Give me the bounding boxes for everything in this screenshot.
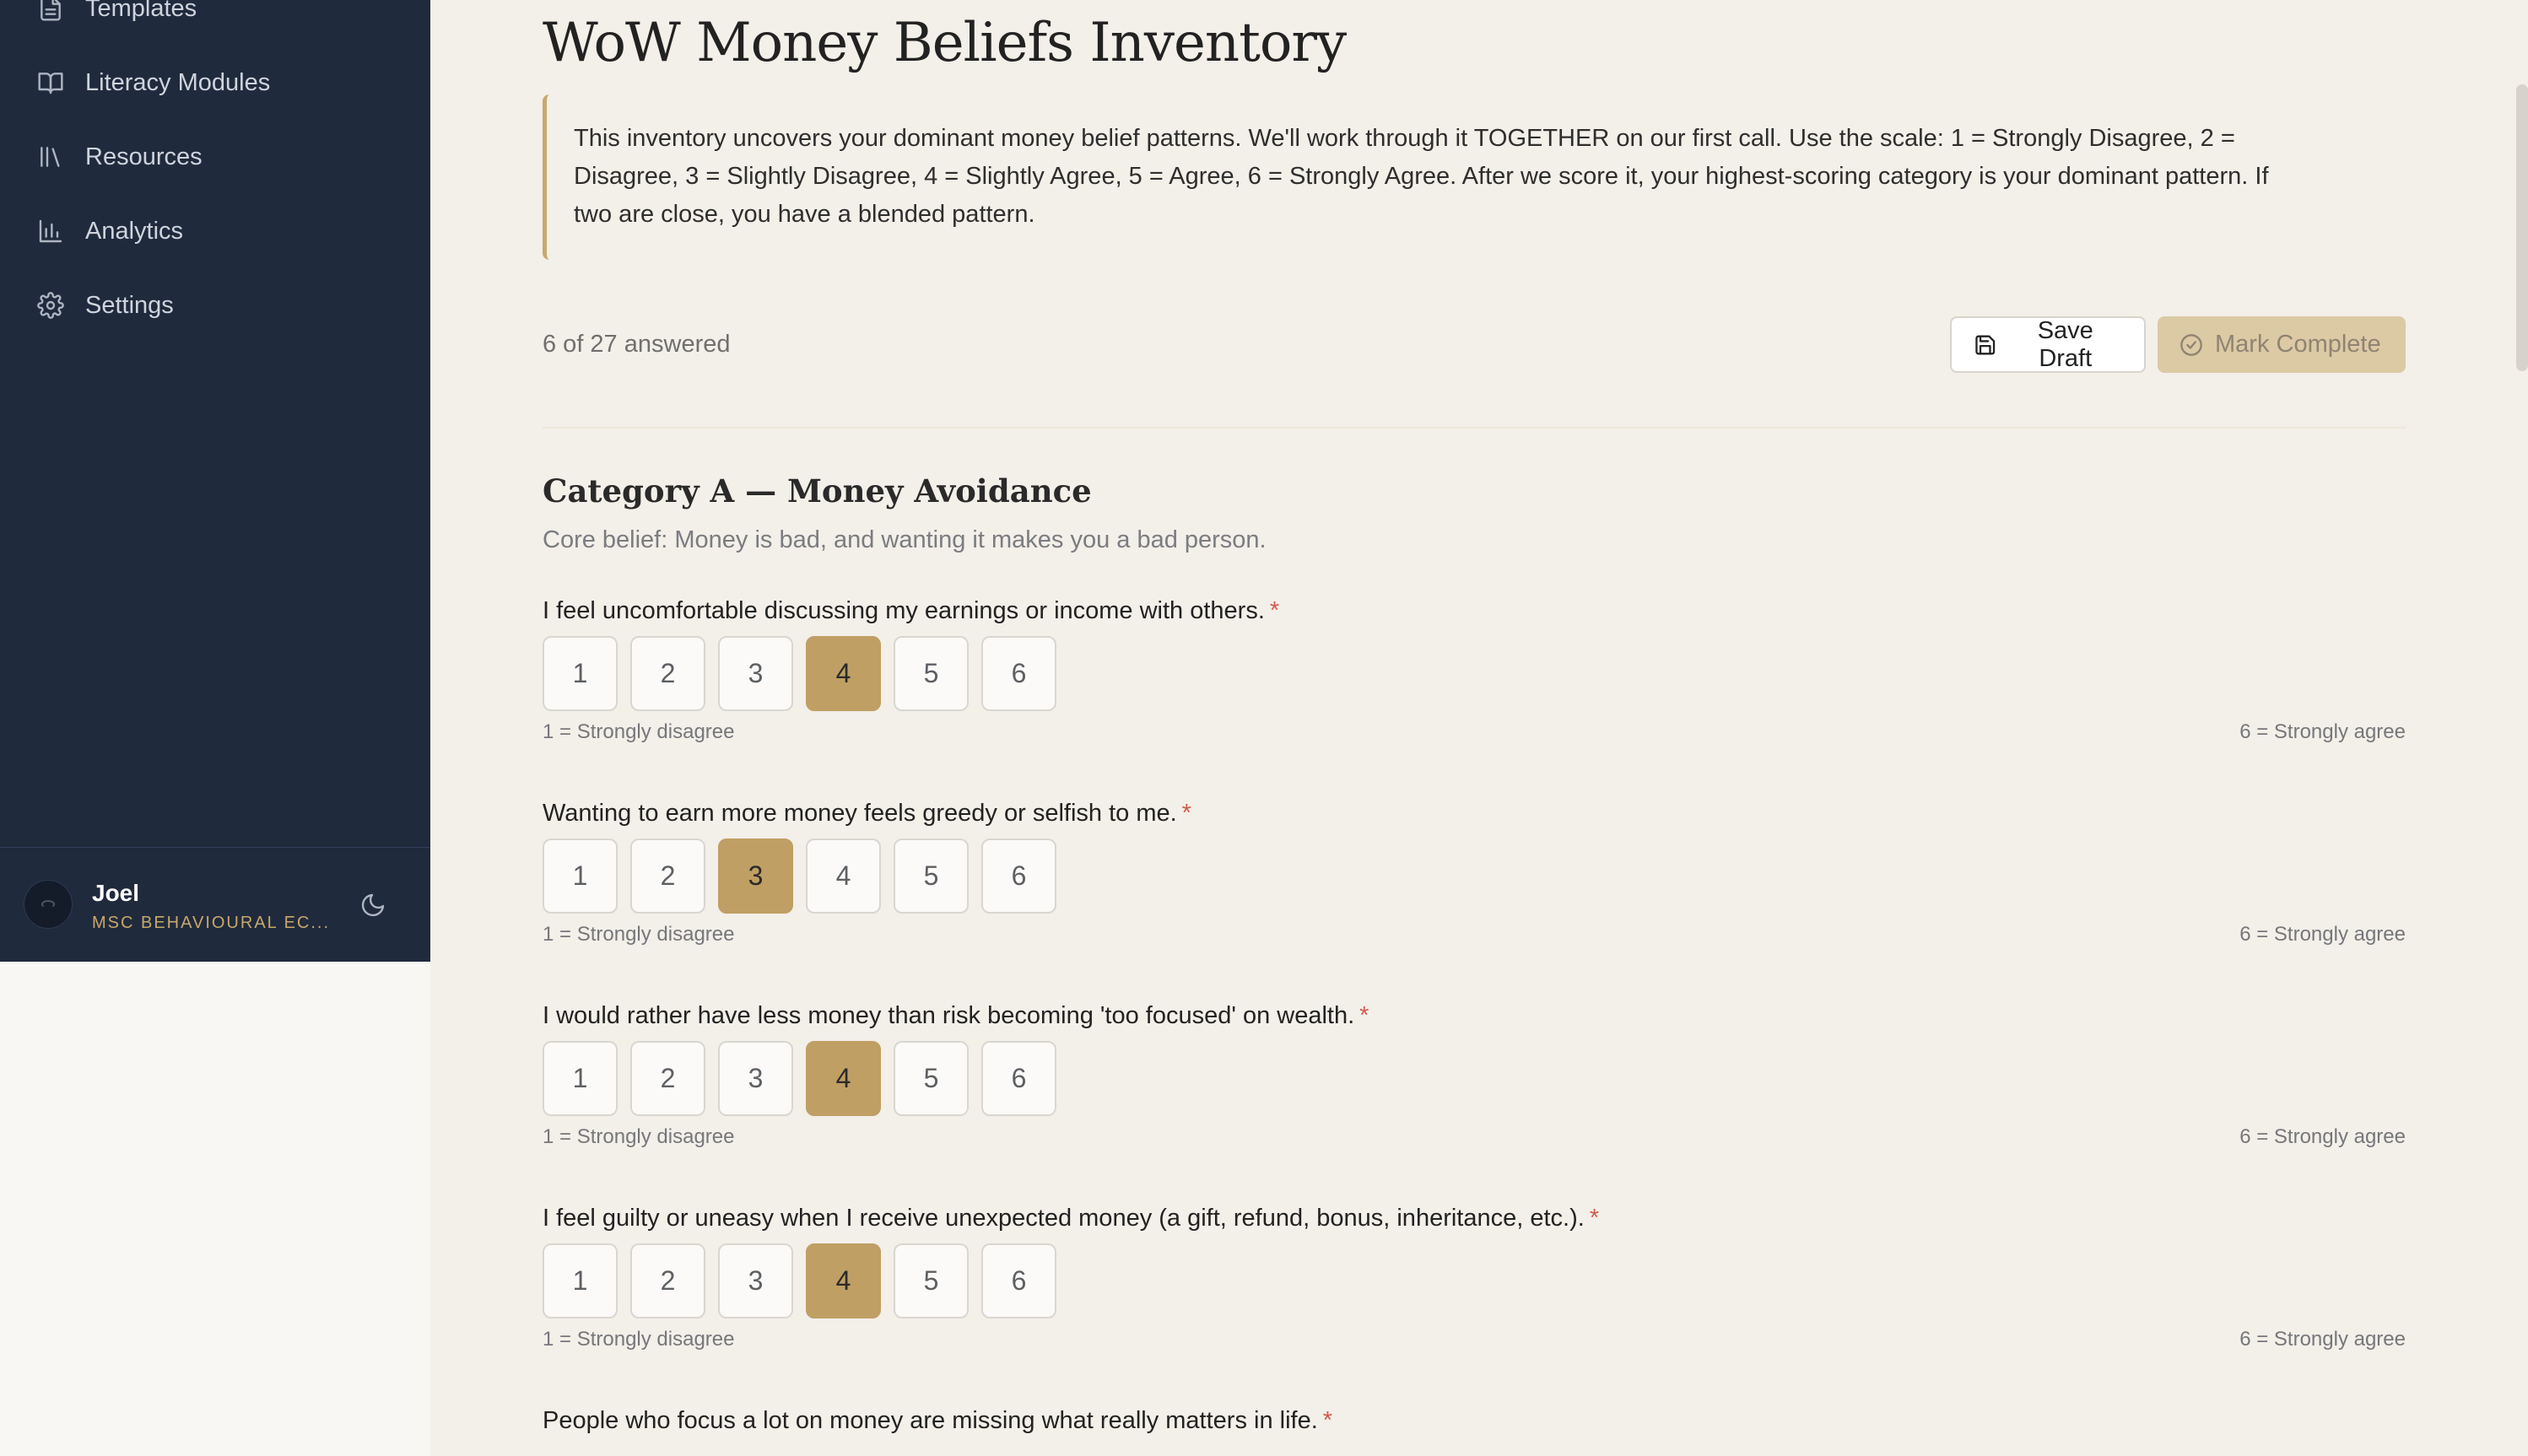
divider [543, 427, 2406, 429]
sidebar-item-label: Analytics [85, 217, 184, 245]
rating-option-5[interactable]: 5 [894, 1243, 969, 1318]
rating-option-2[interactable]: 2 [630, 636, 705, 711]
required-marker: * [1359, 1002, 1369, 1029]
scale-low-label: 1 = Strongly disagree [543, 720, 735, 743]
rating-option-1[interactable]: 1 [543, 636, 618, 711]
gear-icon [35, 290, 66, 321]
sidebar-item-analytics[interactable]: Analytics [35, 206, 398, 256]
question-text: I feel guilty or uneasy when I receive u… [543, 1205, 2406, 1238]
question-item: I feel uncomfortable discussing my earni… [543, 597, 2406, 743]
scale-low-label: 1 = Strongly disagree [543, 923, 735, 946]
question-label: Wanting to earn more money feels greedy … [543, 800, 1177, 827]
question-item: I would rather have less money than risk… [543, 1002, 2406, 1148]
required-marker: * [1181, 800, 1191, 827]
category-description: Core belief: Money is bad, and wanting i… [543, 526, 1267, 553]
sidebar-item-label: Resources [85, 143, 203, 170]
required-marker: * [1269, 597, 1280, 624]
progress-text: 6 of 27 answered [543, 331, 731, 358]
sidebar: Templates Literacy Modules Resources Ana… [0, 0, 430, 962]
question-item: Wanting to earn more money feels greedy … [543, 800, 2406, 946]
rating-option-1[interactable]: 1 [543, 1243, 618, 1318]
rating-option-5[interactable]: 5 [894, 636, 969, 711]
question-label: I feel uncomfortable discussing my earni… [543, 597, 1265, 624]
scrollbar[interactable] [2516, 84, 2528, 371]
rating-option-3[interactable]: 3 [718, 1041, 793, 1116]
book-open-icon [35, 67, 66, 98]
sidebar-item-label: Settings [85, 291, 174, 319]
question-label: People who focus a lot on money are miss… [543, 1407, 1318, 1434]
avatar[interactable] [24, 880, 73, 929]
mark-complete-button[interactable]: Mark Complete [2158, 316, 2406, 373]
page-title: WoW Money Beliefs Inventory [543, 12, 1347, 74]
category-title: Category A — Money Avoidance [543, 472, 1092, 510]
scale-high-label: 6 = Strongly agree [2239, 1125, 2406, 1148]
rating-scale: 123456 [543, 1041, 1069, 1116]
rating-scale: 123456 [543, 1243, 1069, 1318]
mark-complete-label: Mark Complete [2215, 331, 2381, 358]
rating-option-4[interactable]: 4 [806, 1041, 881, 1116]
required-marker: * [1589, 1205, 1600, 1232]
scale-high-label: 6 = Strongly agree [2239, 1328, 2406, 1351]
rating-option-4[interactable]: 4 [806, 1243, 881, 1318]
rating-option-5[interactable]: 5 [894, 839, 969, 914]
bar-chart-icon [35, 216, 66, 246]
sidebar-item-literacy-modules[interactable]: Literacy Modules [35, 57, 398, 108]
intro-callout: This inventory uncovers your dominant mo… [543, 94, 2307, 260]
question-item: I feel guilty or uneasy when I receive u… [543, 1205, 2406, 1351]
question-label: I feel guilty or uneasy when I receive u… [543, 1205, 1585, 1232]
rating-option-3[interactable]: 3 [718, 1243, 793, 1318]
sidebar-item-label: Templates [85, 0, 197, 22]
rating-scale: 123456 [543, 636, 1069, 711]
rating-option-1[interactable]: 1 [543, 839, 618, 914]
rating-option-3[interactable]: 3 [718, 636, 793, 711]
scale-high-label: 6 = Strongly agree [2239, 923, 2406, 946]
file-text-icon [35, 0, 66, 24]
rating-option-3[interactable]: 3 [718, 839, 793, 914]
question-label: I would rather have less money than risk… [543, 1002, 1355, 1029]
question-item: People who focus a lot on money are miss… [543, 1407, 2406, 1441]
question-text: People who focus a lot on money are miss… [543, 1407, 2406, 1441]
scale-high-label: 6 = Strongly agree [2239, 720, 2406, 743]
rating-option-4[interactable]: 4 [806, 839, 881, 914]
sidebar-item-label: Literacy Modules [85, 68, 271, 96]
sidebar-item-resources[interactable]: Resources [35, 132, 398, 182]
question-text: Wanting to earn more money feels greedy … [543, 800, 2406, 833]
rating-scale: 123456 [543, 839, 1069, 914]
scale-low-label: 1 = Strongly disagree [543, 1125, 735, 1148]
rating-option-2[interactable]: 2 [630, 1041, 705, 1116]
rating-option-6[interactable]: 6 [981, 636, 1056, 711]
user-role: MSC BEHAVIOURAL EC... [92, 914, 331, 932]
sidebar-item-settings[interactable]: Settings [35, 280, 398, 331]
rating-option-5[interactable]: 5 [894, 1041, 969, 1116]
sidebar-item-templates[interactable]: Templates [35, 0, 398, 34]
question-text: I would rather have less money than risk… [543, 1002, 2406, 1036]
rating-option-1[interactable]: 1 [543, 1041, 618, 1116]
main-content: WoW Money Beliefs Inventory This invento… [430, 0, 2528, 1456]
required-marker: * [1322, 1407, 1333, 1434]
user-panel: Joel MSC BEHAVIOURAL EC... [0, 847, 430, 962]
rating-option-2[interactable]: 2 [630, 1243, 705, 1318]
user-name: Joel [92, 880, 140, 906]
rating-option-6[interactable]: 6 [981, 1243, 1056, 1318]
save-draft-label: Save Draft [2037, 316, 2093, 372]
check-circle-icon [2180, 333, 2202, 356]
moon-icon[interactable] [359, 892, 390, 922]
rating-option-4[interactable]: 4 [806, 636, 881, 711]
library-icon [35, 142, 66, 172]
scale-low-label: 1 = Strongly disagree [543, 1328, 735, 1351]
question-text: I feel uncomfortable discussing my earni… [543, 597, 2406, 631]
rating-option-2[interactable]: 2 [630, 839, 705, 914]
rating-option-6[interactable]: 6 [981, 1041, 1056, 1116]
save-draft-button[interactable]: Save Draft [1950, 316, 2146, 373]
rating-option-6[interactable]: 6 [981, 839, 1056, 914]
save-icon [1975, 335, 1996, 354]
